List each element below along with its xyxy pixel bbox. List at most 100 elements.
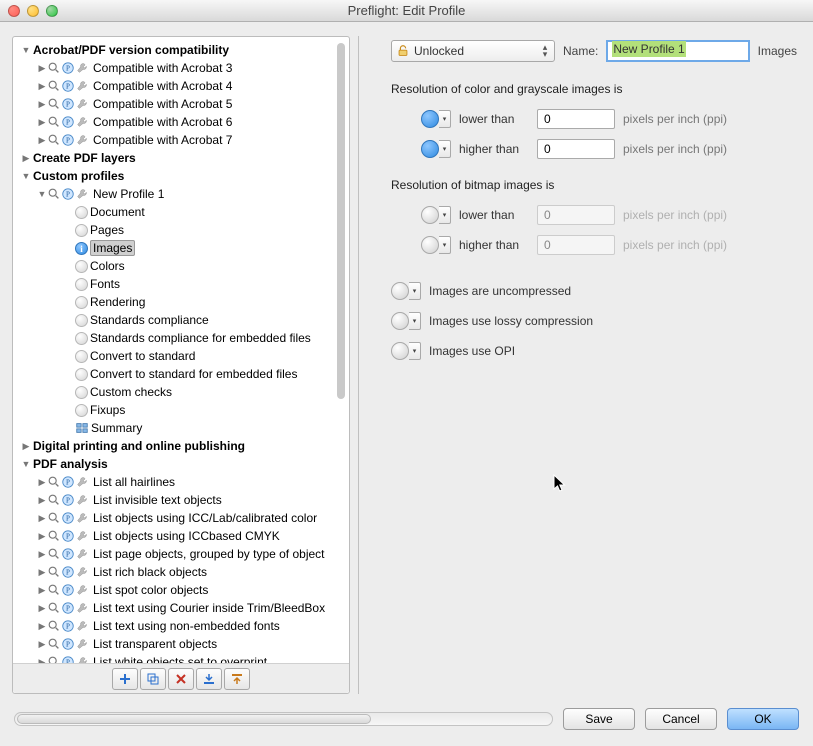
disclosure-triangle-icon[interactable]: ▶ bbox=[37, 639, 47, 650]
magnifier-icon bbox=[47, 115, 61, 129]
tree-item[interactable]: ·Custom checks bbox=[13, 383, 349, 401]
tree-item[interactable]: ·Fixups bbox=[13, 401, 349, 419]
severity-select-lossy[interactable]: ▾ bbox=[391, 312, 421, 330]
tree-item[interactable]: ▶PList invisible text objects bbox=[13, 491, 349, 509]
import-profile-button[interactable] bbox=[196, 668, 222, 690]
duplicate-profile-button[interactable] bbox=[140, 668, 166, 690]
disclosure-triangle-icon[interactable]: ▼ bbox=[21, 459, 31, 469]
tree-item[interactable]: ▶PList all hairlines bbox=[13, 473, 349, 491]
disclosure-triangle-icon[interactable]: ▶ bbox=[37, 477, 47, 488]
disclosure-triangle-icon[interactable]: ▶ bbox=[37, 603, 47, 614]
tree-item[interactable]: ▶PList rich black objects bbox=[13, 563, 349, 581]
status-icon bbox=[75, 404, 88, 417]
tree-item[interactable]: ▶PList objects using ICCbased CMYK bbox=[13, 527, 349, 545]
disclosure-triangle-icon[interactable]: ▶ bbox=[37, 495, 47, 506]
tree-item[interactable]: ·Rendering bbox=[13, 293, 349, 311]
color-lower-input[interactable] bbox=[537, 109, 615, 129]
tree-item[interactable]: ▶PCompatible with Acrobat 3 bbox=[13, 59, 349, 77]
tree-item[interactable]: ▶PCompatible with Acrobat 7 bbox=[13, 131, 349, 149]
disclosure-triangle-icon[interactable]: ▶ bbox=[37, 81, 47, 92]
tree-item[interactable]: ▶PList text using non-embedded fonts bbox=[13, 617, 349, 635]
tree-item[interactable]: ·Summary bbox=[13, 419, 349, 437]
disclosure-triangle-icon[interactable]: ▶ bbox=[37, 513, 47, 524]
disclosure-triangle-icon[interactable]: ▼ bbox=[21, 171, 31, 181]
tree-item[interactable]: ·Pages bbox=[13, 221, 349, 239]
tree-section-custom[interactable]: ▼Custom profiles bbox=[13, 167, 349, 185]
check-opi-label: Images use OPI bbox=[429, 344, 515, 358]
check-lossy-label: Images use lossy compression bbox=[429, 314, 593, 328]
disclosure-triangle-icon[interactable]: ▼ bbox=[37, 189, 47, 199]
severity-select-bitmap-higher[interactable]: ▾ bbox=[421, 236, 451, 254]
new-profile-button[interactable] bbox=[112, 668, 138, 690]
disclosure-triangle-icon[interactable]: ▶ bbox=[37, 99, 47, 110]
tree-section-compat[interactable]: ▼ Acrobat/PDF version compatibility bbox=[13, 41, 349, 59]
cancel-button[interactable]: Cancel bbox=[645, 708, 717, 730]
severity-select-opi[interactable]: ▾ bbox=[391, 342, 421, 360]
tree-section-digital[interactable]: ▶Digital printing and online publishing bbox=[13, 437, 349, 455]
tree-item[interactable]: ▶PList white objects set to overprint bbox=[13, 653, 349, 663]
tree-item[interactable]: ·Colors bbox=[13, 257, 349, 275]
delete-profile-button[interactable] bbox=[168, 668, 194, 690]
panel-divider[interactable] bbox=[358, 36, 359, 694]
tree-item[interactable]: ▶PCompatible with Acrobat 6 bbox=[13, 113, 349, 131]
tree-item[interactable]: ▶PCompatible with Acrobat 4 bbox=[13, 77, 349, 95]
tree-section-analysis[interactable]: ▼PDF analysis bbox=[13, 455, 349, 473]
magnifier-icon bbox=[47, 619, 61, 633]
magnifier-icon bbox=[47, 133, 61, 147]
disclosure-triangle-icon[interactable]: ▶ bbox=[21, 441, 31, 452]
save-button[interactable]: Save bbox=[563, 708, 635, 730]
magnifier-icon bbox=[47, 547, 61, 561]
disclosure-triangle-icon[interactable]: ▶ bbox=[37, 657, 47, 664]
tree-item[interactable]: ·Fonts bbox=[13, 275, 349, 293]
status-icon bbox=[75, 386, 88, 399]
lock-status-select[interactable]: Unlocked ▴▾ bbox=[391, 40, 555, 62]
tree-item[interactable]: ▶PList spot color objects bbox=[13, 581, 349, 599]
profile-name-input[interactable]: New Profile 1 bbox=[606, 40, 749, 62]
tree-item-new-profile[interactable]: ▼PNew Profile 1 bbox=[13, 185, 349, 203]
window-zoom-button[interactable] bbox=[46, 5, 58, 17]
tree-item[interactable]: ▶PList text using Courier inside Trim/Bl… bbox=[13, 599, 349, 617]
ok-button[interactable]: OK bbox=[727, 708, 799, 730]
status-icon bbox=[75, 332, 88, 345]
tree-item[interactable]: ·Standards compliance bbox=[13, 311, 349, 329]
disclosure-triangle-icon[interactable]: ▶ bbox=[37, 63, 47, 74]
disclosure-triangle-icon[interactable]: ▶ bbox=[37, 585, 47, 596]
profile-p-icon: P bbox=[61, 187, 75, 201]
disclosure-triangle-icon[interactable]: ▶ bbox=[21, 153, 31, 164]
disclosure-triangle-icon[interactable]: ▶ bbox=[37, 531, 47, 542]
severity-select-bitmap-lower[interactable]: ▾ bbox=[421, 206, 451, 224]
export-profile-button[interactable] bbox=[224, 668, 250, 690]
tree-section-create[interactable]: ▶Create PDF layers bbox=[13, 149, 349, 167]
tree-item[interactable]: ·Convert to standard bbox=[13, 347, 349, 365]
bitmap-lower-input bbox=[537, 205, 615, 225]
disclosure-triangle-icon[interactable]: ▶ bbox=[37, 621, 47, 632]
tree-item[interactable]: ·Document bbox=[13, 203, 349, 221]
tree-item[interactable]: ▶PCompatible with Acrobat 5 bbox=[13, 95, 349, 113]
color-higher-input[interactable] bbox=[537, 139, 615, 159]
severity-select-color-lower[interactable]: ▾ bbox=[421, 110, 451, 128]
window-minimize-button[interactable] bbox=[27, 5, 39, 17]
disclosure-triangle-icon[interactable]: ▶ bbox=[37, 135, 47, 146]
tree-item-images[interactable]: ·Images bbox=[13, 239, 349, 257]
window-title: Preflight: Edit Profile bbox=[0, 3, 813, 18]
import-icon bbox=[202, 672, 216, 686]
disclosure-triangle-icon[interactable]: ▶ bbox=[37, 549, 47, 560]
disclosure-triangle-icon[interactable]: ▶ bbox=[37, 567, 47, 578]
window-close-button[interactable] bbox=[8, 5, 20, 17]
horizontal-scrollbar[interactable] bbox=[14, 712, 553, 726]
tree-item[interactable]: ·Convert to standard for embedded files bbox=[13, 365, 349, 383]
magnifier-icon bbox=[47, 511, 61, 525]
svg-text:P: P bbox=[66, 515, 70, 523]
disclosure-triangle-icon[interactable]: ▶ bbox=[37, 117, 47, 128]
profile-tree[interactable]: ▼ Acrobat/PDF version compatibility ▶PCo… bbox=[13, 37, 349, 663]
magnifier-icon bbox=[47, 529, 61, 543]
svg-text:P: P bbox=[66, 623, 70, 631]
tree-scrollbar[interactable] bbox=[335, 43, 347, 657]
tree-item[interactable]: ▶PList page objects, grouped by type of … bbox=[13, 545, 349, 563]
tree-item[interactable]: ▶PList objects using ICC/Lab/calibrated … bbox=[13, 509, 349, 527]
severity-select-uncompressed[interactable]: ▾ bbox=[391, 282, 421, 300]
tree-item[interactable]: ·Standards compliance for embedded files bbox=[13, 329, 349, 347]
tree-item[interactable]: ▶PList transparent objects bbox=[13, 635, 349, 653]
severity-select-color-higher[interactable]: ▾ bbox=[421, 140, 451, 158]
disclosure-triangle-icon[interactable]: ▼ bbox=[21, 45, 31, 55]
